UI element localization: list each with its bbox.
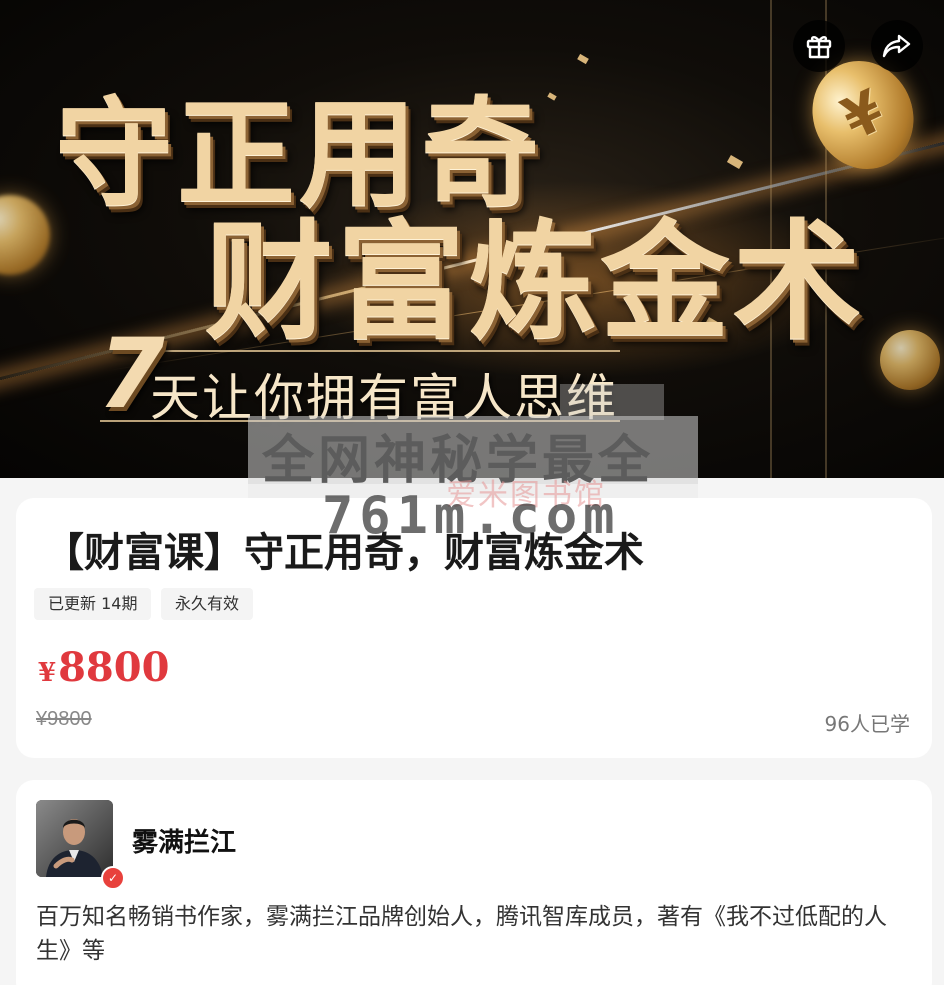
gold-coin bbox=[0, 195, 50, 275]
author-name[interactable]: 雾满拦江 bbox=[132, 822, 236, 859]
gold-coin bbox=[880, 330, 940, 390]
author-photo bbox=[36, 800, 113, 877]
slogan-rule bbox=[150, 350, 620, 352]
price-amount: 8800 bbox=[58, 644, 170, 691]
learner-count: 96人已学 bbox=[824, 712, 910, 736]
banner-headline-line2: 财富炼金术 bbox=[205, 208, 866, 357]
course-banner: ¥ 守正用奇 财富炼金术 7 天让你拥有富人思维 bbox=[0, 0, 944, 478]
watermark-url: 761m.com bbox=[322, 486, 621, 546]
currency-symbol: ¥ bbox=[38, 658, 57, 688]
author-card[interactable]: ✓ 雾满拦江 百万知名畅销书作家，雾满拦江品牌创始人，腾讯智库成员，著有《我不过… bbox=[16, 780, 932, 985]
share-button[interactable] bbox=[871, 20, 923, 72]
gift-button[interactable] bbox=[793, 20, 845, 72]
current-price: ¥8800 bbox=[38, 644, 169, 691]
sparkle bbox=[547, 92, 557, 101]
tag-updated: 已更新 14期 bbox=[34, 588, 152, 620]
sparkle bbox=[726, 155, 744, 169]
author-bio: 百万知名畅销书作家，雾满拦江品牌创始人，腾讯智库成员，著有《我不过低配的人生》等 bbox=[36, 904, 887, 964]
avatar[interactable] bbox=[36, 800, 113, 877]
original-price: ¥9800 bbox=[36, 708, 92, 730]
tag-validity: 永久有效 bbox=[161, 588, 254, 620]
sparkle bbox=[577, 53, 589, 65]
share-icon bbox=[882, 34, 911, 58]
watermark-patch bbox=[560, 384, 664, 420]
gift-icon bbox=[806, 36, 832, 59]
verified-badge-icon: ✓ bbox=[101, 866, 125, 890]
